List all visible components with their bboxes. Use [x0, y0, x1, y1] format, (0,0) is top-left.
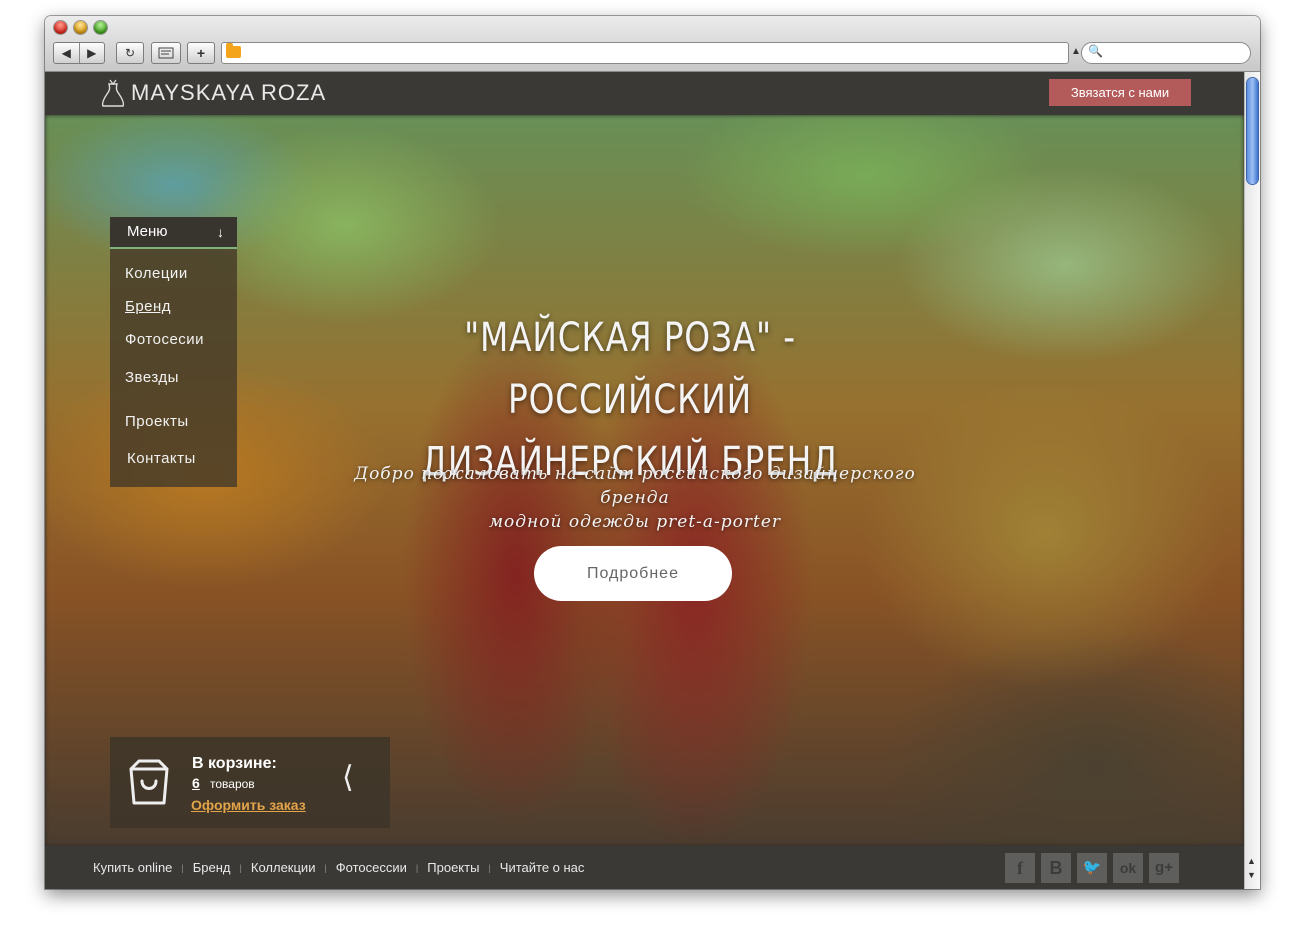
- footer-link-read-about-us[interactable]: Читайте о нас: [500, 860, 585, 875]
- google-plus-icon[interactable]: g+: [1149, 853, 1179, 883]
- facebook-icon[interactable]: f: [1005, 853, 1035, 883]
- zoom-window-button[interactable]: [94, 21, 107, 34]
- cart-title: В корзине:: [192, 755, 277, 772]
- browser-toolbar: ◀ ▶ ↻ + ▲ 🔍: [45, 16, 1260, 72]
- close-window-button[interactable]: [54, 21, 67, 34]
- shopping-bag-icon: [129, 759, 169, 805]
- contact-us-button[interactable]: Звязатся с нами: [1049, 79, 1191, 106]
- footer-link-photoshoots[interactable]: Фотосессии: [336, 860, 407, 875]
- site-header: MAYSKAYA ROZA Звязатся с нами: [45, 72, 1244, 115]
- browser-window: ◀ ▶ ↻ + ▲ 🔍 MAYSKAYA ROZA Звязатся с нам…: [45, 16, 1260, 889]
- reload-button[interactable]: ↻: [116, 42, 144, 64]
- menu-item-projects[interactable]: Проекты: [125, 413, 189, 430]
- cart-goods-label: товаров: [210, 777, 255, 791]
- side-menu: Меню ↓ Колеции Бренд Фотосесии Звезды Пр…: [110, 217, 237, 487]
- forward-button[interactable]: ▶: [80, 43, 105, 63]
- checkout-link[interactable]: Оформить заказ: [191, 797, 306, 813]
- footer-link-collections[interactable]: Коллекции: [251, 860, 316, 875]
- site-logo[interactable]: MAYSKAYA ROZA: [131, 81, 326, 105]
- search-icon: 🔍: [1088, 44, 1103, 58]
- footer-nav: Купить online | Бренд | Коллекции | Фото…: [93, 846, 584, 889]
- snapshot-icon: [158, 47, 174, 59]
- hero-subtitle-line-1: Добро пожаловать на сайт российского диз…: [354, 464, 916, 508]
- arrow-down-icon: ↓: [217, 224, 224, 240]
- hero-subtitle-line-2: модной одежды pret-a-porter: [488, 512, 782, 532]
- snapshot-button[interactable]: [151, 42, 181, 64]
- add-tab-button[interactable]: +: [187, 42, 215, 64]
- odnoklassniki-icon[interactable]: ok: [1113, 853, 1143, 883]
- cart-widget: В корзине: 6 товаров Оформить заказ ⟨: [110, 737, 390, 828]
- menu-item-contacts[interactable]: Контакты: [127, 450, 196, 467]
- footer-separator: |: [239, 862, 242, 873]
- address-dropdown-icon[interactable]: ▲: [1071, 42, 1081, 62]
- menu-toggle[interactable]: Меню ↓: [110, 217, 237, 249]
- footer-link-brand[interactable]: Бренд: [193, 860, 231, 875]
- twitter-icon[interactable]: 🐦: [1077, 853, 1107, 883]
- footer-separator: |: [415, 862, 419, 873]
- scrollbar-thumb[interactable]: [1247, 78, 1258, 184]
- vertical-scrollbar[interactable]: ▲ ▼: [1244, 72, 1260, 889]
- scroll-down-icon[interactable]: ▼: [1247, 870, 1256, 880]
- scroll-up-icon[interactable]: ▲: [1247, 856, 1256, 866]
- folder-icon: [226, 43, 241, 58]
- footer-link-projects[interactable]: Проекты: [427, 860, 479, 875]
- footer-separator: |: [324, 862, 327, 873]
- vkontakte-icon[interactable]: B: [1041, 853, 1071, 883]
- footer-separator: |: [181, 862, 184, 873]
- menu-item-brand[interactable]: Бренд: [125, 298, 171, 315]
- address-bar[interactable]: [221, 42, 1069, 64]
- menu-item-photoshoots[interactable]: Фотосесии: [125, 331, 204, 348]
- back-button[interactable]: ◀: [54, 43, 80, 63]
- footer-separator: |: [488, 862, 491, 873]
- minimize-window-button[interactable]: [74, 21, 87, 34]
- footer-link-buy-online[interactable]: Купить online: [93, 860, 172, 875]
- dress-logo-icon: [101, 79, 125, 107]
- collapse-cart-icon[interactable]: ⟨: [342, 763, 354, 793]
- menu-title: Меню: [127, 223, 168, 240]
- back-forward-group: ◀ ▶: [53, 42, 105, 64]
- hero-title-line-1: "МАЙСКАЯ РОЗА" - РОССИЙСКИЙ: [464, 315, 796, 423]
- site-footer: Купить online | Бренд | Коллекции | Фото…: [45, 846, 1244, 889]
- more-button[interactable]: Подробнее: [534, 546, 732, 601]
- menu-item-stars[interactable]: Звезды: [125, 369, 179, 386]
- page-viewport: MAYSKAYA ROZA Звязатся с нами Меню ↓ Кол…: [45, 72, 1244, 889]
- search-input[interactable]: 🔍: [1081, 42, 1251, 64]
- menu-item-collections[interactable]: Колеции: [125, 265, 188, 282]
- cart-count[interactable]: 6: [192, 775, 200, 791]
- hero-subtitle: Добро пожаловать на сайт российского диз…: [325, 462, 945, 534]
